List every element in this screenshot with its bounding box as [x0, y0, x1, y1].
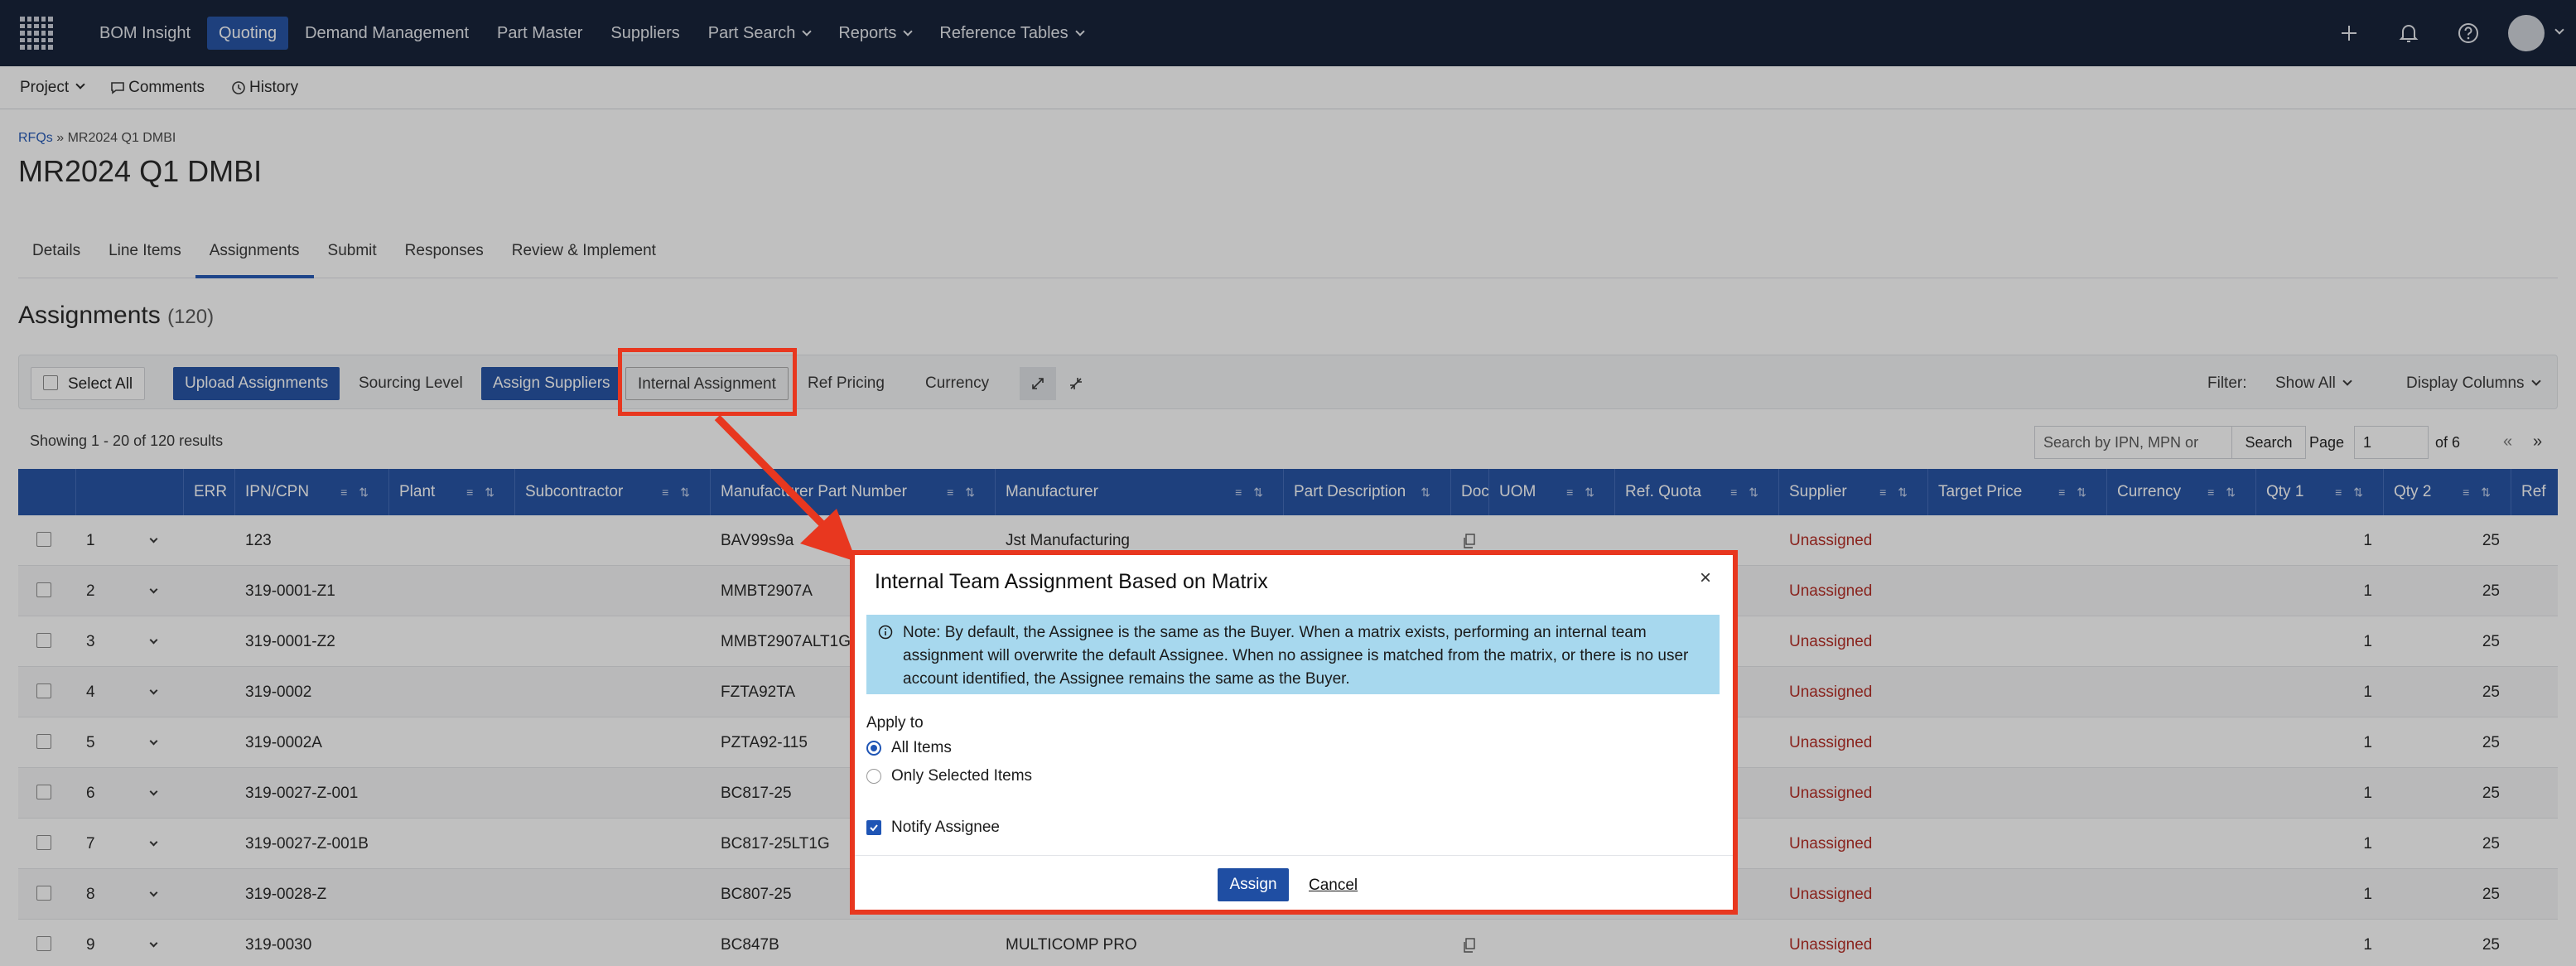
close-icon[interactable]: ×: [1700, 567, 1711, 590]
info-note: Note: By default, the Assignee is the sa…: [866, 615, 1720, 694]
radio-only-selected-items[interactable]: Only Selected Items: [866, 767, 1032, 785]
annotation-modal-highlight: Internal Team Assignment Based on Matrix…: [850, 550, 1738, 915]
cancel-link[interactable]: Cancel: [1309, 877, 1358, 895]
modal-title: Internal Team Assignment Based on Matrix: [875, 570, 1268, 593]
assign-button[interactable]: Assign: [1218, 868, 1289, 901]
annotation-highlight-box: [618, 348, 797, 416]
note-text: Note: By default, the Assignee is the sa…: [903, 624, 1689, 688]
checkmark-icon: [866, 820, 881, 835]
apply-to-label: Apply to: [866, 714, 924, 732]
notify-assignee-checkbox[interactable]: Notify Assignee: [866, 819, 1000, 837]
radio-all-items[interactable]: All Items: [866, 739, 952, 757]
info-icon: [878, 625, 893, 640]
internal-assignment-modal: Internal Team Assignment Based on Matrix…: [855, 555, 1733, 910]
